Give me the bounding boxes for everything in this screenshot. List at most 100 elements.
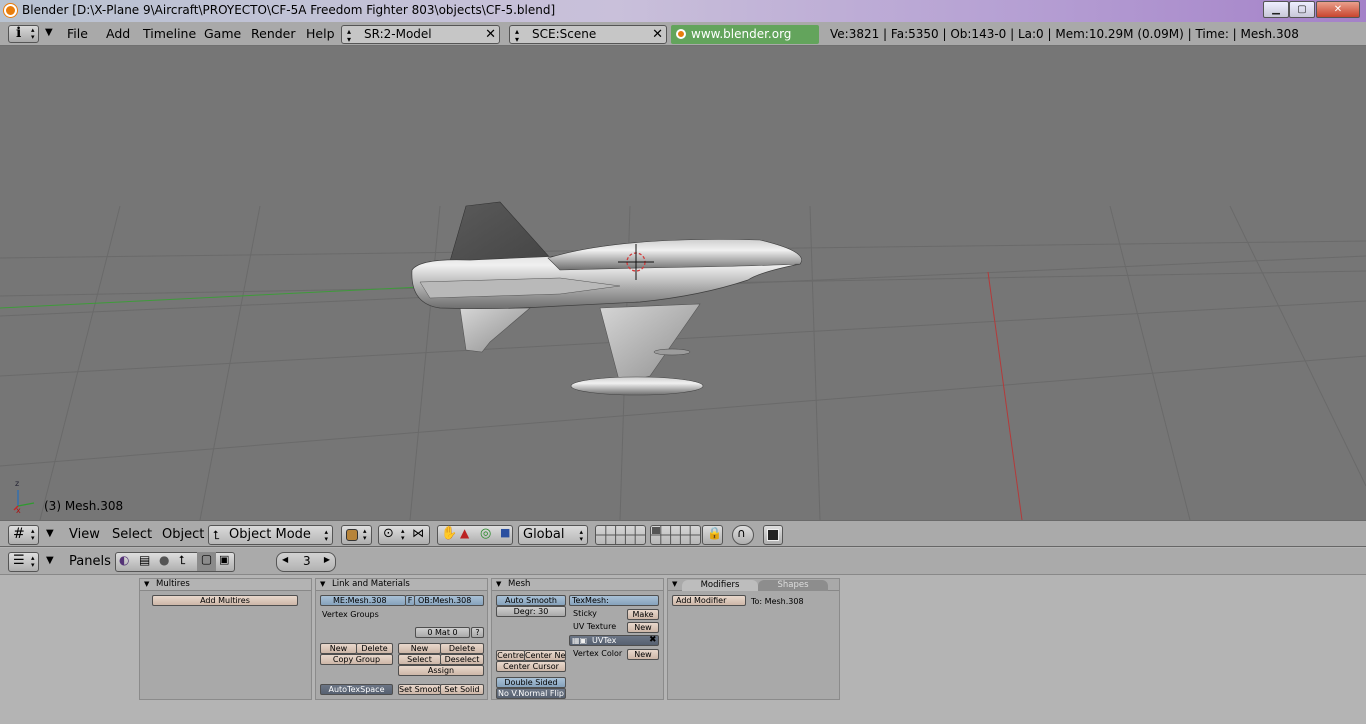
tab-shapes[interactable]: Shapes	[758, 580, 828, 591]
editing-context-icon[interactable]: ▢	[197, 552, 216, 571]
info-icon: i	[16, 25, 22, 41]
uv-layer-icon: ▦▣	[572, 636, 588, 645]
autotexspace-toggle[interactable]: AutoTexSpace	[320, 684, 393, 695]
collapse-menu-icon[interactable]: ▼	[46, 528, 54, 539]
menu-timeline[interactable]: Timeline	[143, 26, 196, 41]
mode-selector[interactable]: ⮤ Object Mode ▴ ▾	[208, 525, 333, 545]
scene-selector[interactable]: ▴ ▾ SCE:Scene ✕	[509, 25, 667, 44]
frame-decrement-icon[interactable]: ◀	[282, 555, 288, 564]
menu-view[interactable]: View	[69, 527, 100, 542]
hand-manipulator-icon[interactable]: ✋	[441, 526, 457, 541]
menu-select[interactable]: Select	[112, 527, 152, 542]
updown-arrows-icon: ▴ ▾	[31, 554, 35, 569]
centre-button[interactable]: Centre	[496, 650, 525, 661]
nose	[547, 239, 802, 271]
mesh-datablock-field[interactable]: ME:Mesh.308	[320, 595, 406, 606]
delete-scene-icon[interactable]: ✕	[652, 26, 663, 43]
draw-type-button[interactable]: ▴ ▾	[341, 525, 372, 545]
y-axis-line	[987, 271, 1023, 520]
set-smooth-button[interactable]: Set Smoot	[398, 684, 441, 695]
blender-org-link[interactable]: www.blender.org 249.2	[671, 25, 819, 59]
delete-screen-icon[interactable]: ✕	[485, 26, 496, 43]
shading-context-icon[interactable]: ●	[159, 553, 169, 567]
maximize-button[interactable]: ▢	[1289, 1, 1315, 18]
material-query-button[interactable]: ?	[471, 627, 484, 638]
left-wing	[459, 307, 531, 353]
centre-new-button[interactable]: Center Ne	[524, 650, 566, 661]
copy-group-button[interactable]: Copy Group	[320, 654, 393, 665]
center-cursor-button[interactable]: Center Cursor	[496, 661, 566, 672]
sticky-make-button[interactable]: Make	[627, 609, 659, 620]
script-context-icon[interactable]: ▤	[139, 553, 150, 567]
layer-buttons-1[interactable]	[595, 525, 646, 545]
menu-object[interactable]: Object	[162, 527, 204, 542]
scene-context-icon[interactable]: ▣	[219, 553, 229, 566]
no-vnormal-flip-toggle[interactable]: No V.Normal Flip	[496, 688, 566, 699]
material-select-button[interactable]: Select	[398, 654, 441, 665]
translate-icon[interactable]: ▲	[460, 526, 469, 540]
add-multires-button[interactable]: Add Multires	[152, 595, 298, 606]
vertex-color-label: Vertex Color	[573, 649, 623, 658]
wing-tank	[570, 376, 704, 396]
transform-manipulator-group[interactable]: ✋ ▲ ◎ ■	[437, 525, 513, 545]
frame-number-field[interactable]: ◀ 3 ▶	[276, 552, 336, 572]
panel-modifiers: Modifiers Shapes Add Modifier To: Mesh.3…	[667, 578, 840, 700]
vertex-color-new-button[interactable]: New	[627, 649, 659, 660]
delete-uv-layer-icon[interactable]: ✖	[649, 635, 657, 645]
degree-field[interactable]: Degr: 30	[496, 606, 566, 617]
menu-render[interactable]: Render	[251, 26, 296, 41]
scale-icon[interactable]: ■	[500, 526, 510, 539]
screen-selector[interactable]: ▴ ▾ SR:2-Model ✕	[341, 25, 500, 44]
editor-type-info-button[interactable]: i ▴ ▾	[8, 25, 39, 43]
uv-texture-new-button[interactable]: New	[627, 622, 659, 633]
render-preview-button[interactable]	[763, 525, 783, 545]
vgroup-delete-button[interactable]: Delete	[356, 643, 393, 654]
scene-name: SCE:Scene	[532, 27, 597, 41]
menu-game[interactable]: Game	[204, 26, 241, 41]
buttons-window-icon: ☰	[13, 553, 25, 568]
editor-type-buttons-button[interactable]: ☰ ▴ ▾	[8, 552, 39, 572]
3d-view-header: # ▴ ▾ ▼ View Select Object ⮤ Object Mode …	[0, 520, 1366, 547]
menu-file[interactable]: File	[67, 26, 88, 41]
set-solid-button[interactable]: Set Solid	[440, 684, 484, 695]
tab-modifiers[interactable]: Modifiers	[682, 580, 758, 591]
lock-layers-button[interactable]: 🔒	[702, 525, 723, 545]
close-button[interactable]: ✕	[1316, 1, 1360, 18]
aircraft-model[interactable]	[411, 201, 802, 396]
blender-logo-icon	[676, 29, 686, 39]
lock-icon: 🔒	[707, 526, 722, 540]
vgroup-new-button[interactable]: New	[320, 643, 357, 654]
texmesh-field[interactable]: TexMesh:	[569, 595, 659, 606]
logic-context-icon[interactable]: ◐	[119, 553, 129, 567]
collapse-menu-icon[interactable]: ▼	[46, 555, 54, 566]
updown-arrows-icon: ▴ ▾	[31, 26, 35, 41]
menu-help[interactable]: Help	[306, 26, 335, 41]
material-assign-button[interactable]: Assign	[398, 665, 484, 676]
object-name-field[interactable]: OB:Mesh.308	[414, 595, 484, 606]
material-delete-button[interactable]: Delete	[440, 643, 484, 654]
rotate-icon[interactable]: ◎	[480, 526, 491, 541]
pivot-selector[interactable]: ⊙ ▴ ▾ ⋈	[378, 525, 430, 545]
panel-title[interactable]: Multires	[140, 579, 311, 591]
updown-arrows-icon: ▴ ▾	[579, 528, 583, 543]
editor-type-3d-button[interactable]: # ▴ ▾	[8, 525, 39, 545]
material-new-button[interactable]: New	[398, 643, 441, 654]
object-context-icon[interactable]: ⮤	[179, 553, 186, 568]
menu-add[interactable]: Add	[106, 26, 130, 41]
layer-buttons-2[interactable]	[650, 525, 701, 545]
material-deselect-button[interactable]: Deselect	[440, 654, 484, 665]
context-tabs[interactable]: ◐ ▤ ● ⮤ ▢ ▣	[115, 552, 235, 572]
material-index-field[interactable]: 0 Mat 0	[415, 627, 470, 638]
double-sided-toggle[interactable]: Double Sided	[496, 677, 566, 688]
auto-smooth-toggle[interactable]: Auto Smooth	[496, 595, 566, 606]
orientation-selector[interactable]: Global ▴ ▾	[518, 525, 588, 545]
layer-grid-icon	[596, 526, 645, 544]
panel-title[interactable]: Mesh	[492, 579, 663, 591]
frame-increment-icon[interactable]: ▶	[324, 555, 330, 564]
minimize-button[interactable]: ▁	[1263, 1, 1289, 18]
3d-viewport[interactable]: z x (3) Mesh.308	[0, 46, 1366, 520]
panel-title[interactable]: Link and Materials	[316, 579, 487, 591]
snap-button[interactable]: ∩	[732, 525, 754, 545]
collapse-menu-icon[interactable]: ▼	[45, 27, 53, 38]
add-modifier-button[interactable]: Add Modifier	[672, 595, 746, 606]
